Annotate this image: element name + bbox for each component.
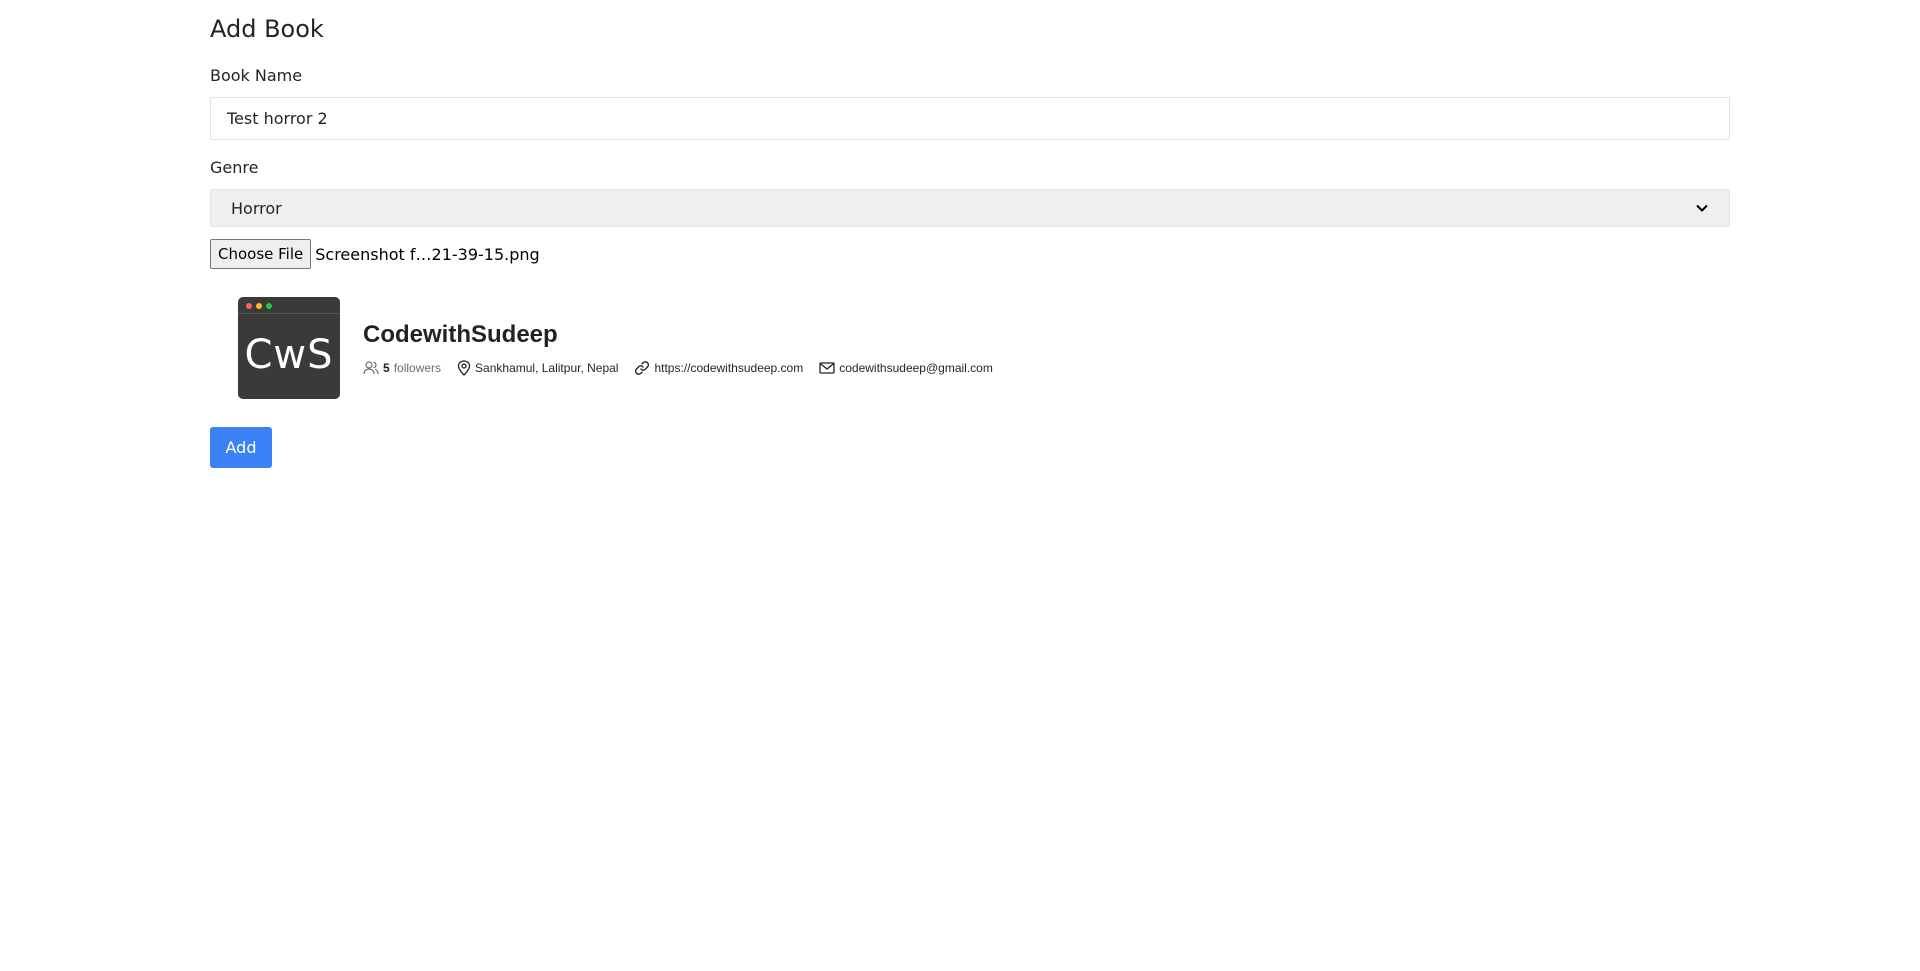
mail-icon: [819, 362, 835, 374]
website-link[interactable]: https://codewithsudeep.com: [654, 361, 803, 375]
chevron-down-icon: [1695, 201, 1709, 215]
followers-count: 5: [383, 361, 390, 375]
window-dot-red: [246, 303, 252, 309]
page-title: Add Book: [210, 15, 324, 43]
website-meta[interactable]: https://codewithsudeep.com: [634, 360, 803, 376]
followers-meta[interactable]: 5 followers: [363, 361, 441, 375]
genre-label: Genre: [210, 158, 259, 177]
avatar-window-bar: [238, 297, 340, 314]
location-pin-icon: [457, 360, 471, 376]
profile-info: CodewithSudeep 5 followers Sankhamul, La…: [363, 320, 1009, 376]
link-icon: [635, 361, 650, 375]
location-meta: Sankhamul, Lalitpur, Nepal: [457, 360, 618, 376]
book-name-input[interactable]: [210, 97, 1730, 140]
email-link[interactable]: codewithsudeep@gmail.com: [839, 361, 993, 375]
profile-preview-card: CwS CodewithSudeep 5 followers Sankhamul…: [238, 297, 1009, 399]
selected-file-name: Screenshot f…21-39-15.png: [315, 244, 540, 264]
avatar: CwS: [238, 297, 340, 399]
profile-name: CodewithSudeep: [363, 321, 558, 348]
genre-select[interactable]: Horror: [210, 189, 1730, 227]
book-name-label: Book Name: [210, 66, 303, 85]
followers-label: followers: [393, 361, 442, 375]
location-text: Sankhamul, Lalitpur, Nepal: [475, 361, 619, 375]
avatar-logo-text: CwS: [244, 332, 334, 378]
people-icon: [363, 361, 379, 375]
genre-select-value: Horror: [231, 198, 282, 218]
add-button[interactable]: Add: [210, 427, 272, 468]
choose-file-button[interactable]: Choose File: [210, 239, 312, 269]
file-input: Choose File Screenshot f…21-39-15.png: [210, 239, 540, 269]
profile-meta: 5 followers Sankhamul, Lalitpur, Nepal h…: [363, 360, 1009, 376]
window-dot-green: [266, 303, 272, 309]
window-dot-yellow: [256, 303, 262, 309]
email-meta[interactable]: codewithsudeep@gmail.com: [819, 361, 993, 375]
